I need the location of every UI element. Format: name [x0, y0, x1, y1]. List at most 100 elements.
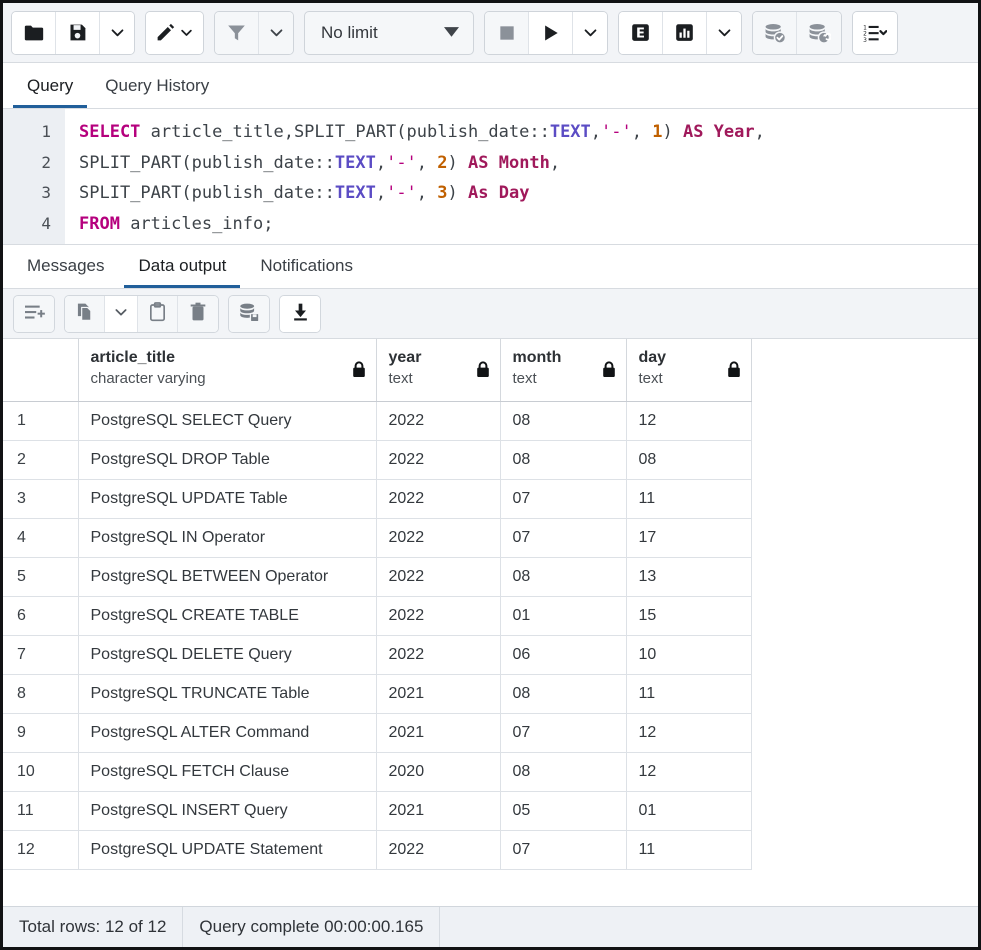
cell-year[interactable]: 2022 — [376, 596, 500, 635]
table-row[interactable]: 1PostgreSQL SELECT Query20220812 — [3, 401, 751, 440]
cell-row-number[interactable]: 12 — [3, 830, 78, 869]
cell-month[interactable]: 01 — [500, 596, 626, 635]
cell-day[interactable]: 13 — [626, 557, 751, 596]
explain-analyze-button[interactable] — [663, 12, 707, 54]
open-file-button[interactable] — [12, 12, 56, 54]
cell-row-number[interactable]: 11 — [3, 791, 78, 830]
cell-year[interactable]: 2021 — [376, 713, 500, 752]
cell-year[interactable]: 2022 — [376, 440, 500, 479]
tab-query-history[interactable]: Query History — [91, 68, 223, 108]
cell-row-number[interactable]: 1 — [3, 401, 78, 440]
cell-article-title[interactable]: PostgreSQL FETCH Clause — [78, 752, 376, 791]
cell-day[interactable]: 15 — [626, 596, 751, 635]
table-row[interactable]: 6PostgreSQL CREATE TABLE20220115 — [3, 596, 751, 635]
cell-article-title[interactable]: PostgreSQL INSERT Query — [78, 791, 376, 830]
tab-data-output[interactable]: Data output — [124, 248, 240, 288]
add-row-button[interactable] — [14, 296, 54, 332]
cell-day[interactable]: 08 — [626, 440, 751, 479]
execute-query-button[interactable] — [529, 12, 573, 54]
filter-button[interactable] — [215, 12, 259, 54]
stop-query-button[interactable] — [485, 12, 529, 54]
save-options-button[interactable] — [100, 12, 134, 54]
cell-day[interactable]: 11 — [626, 830, 751, 869]
column-header-month[interactable]: month text — [500, 339, 626, 401]
explain-options-button[interactable] — [707, 12, 741, 54]
cell-year[interactable]: 2020 — [376, 752, 500, 791]
tab-messages[interactable]: Messages — [13, 248, 118, 288]
cell-row-number[interactable]: 2 — [3, 440, 78, 479]
cell-month[interactable]: 08 — [500, 752, 626, 791]
sql-editor[interactable]: 1 2 3 4 SELECT article_title,SPLIT_PART(… — [3, 109, 978, 245]
rollback-button[interactable] — [797, 12, 841, 54]
cell-article-title[interactable]: PostgreSQL DROP Table — [78, 440, 376, 479]
cell-row-number[interactable]: 5 — [3, 557, 78, 596]
cell-month[interactable]: 06 — [500, 635, 626, 674]
cell-day[interactable]: 10 — [626, 635, 751, 674]
cell-article-title[interactable]: PostgreSQL UPDATE Statement — [78, 830, 376, 869]
sql-code-area[interactable]: SELECT article_title,SPLIT_PART(publish_… — [65, 109, 978, 244]
cell-month[interactable]: 07 — [500, 830, 626, 869]
cell-row-number[interactable]: 9 — [3, 713, 78, 752]
cell-month[interactable]: 05 — [500, 791, 626, 830]
edit-button[interactable] — [146, 12, 203, 54]
table-row[interactable]: 8PostgreSQL TRUNCATE Table20210811 — [3, 674, 751, 713]
cell-year[interactable]: 2022 — [376, 557, 500, 596]
cell-row-number[interactable]: 3 — [3, 479, 78, 518]
cell-month[interactable]: 07 — [500, 713, 626, 752]
cell-year[interactable]: 2022 — [376, 635, 500, 674]
download-csv-button[interactable] — [280, 296, 320, 332]
cell-article-title[interactable]: PostgreSQL UPDATE Table — [78, 479, 376, 518]
cell-day[interactable]: 01 — [626, 791, 751, 830]
delete-row-button[interactable] — [178, 296, 218, 332]
table-row[interactable]: 3PostgreSQL UPDATE Table20220711 — [3, 479, 751, 518]
row-limit-select[interactable]: No limit — [304, 11, 474, 55]
filter-options-button[interactable] — [259, 12, 293, 54]
cell-article-title[interactable]: PostgreSQL ALTER Command — [78, 713, 376, 752]
tab-notifications[interactable]: Notifications — [246, 248, 367, 288]
copy-options-button[interactable] — [105, 296, 138, 332]
execute-options-button[interactable] — [573, 12, 607, 54]
commit-button[interactable] — [753, 12, 797, 54]
cell-day[interactable]: 11 — [626, 479, 751, 518]
cell-article-title[interactable]: PostgreSQL DELETE Query — [78, 635, 376, 674]
cell-month[interactable]: 08 — [500, 674, 626, 713]
cell-year[interactable]: 2021 — [376, 674, 500, 713]
table-row[interactable]: 9PostgreSQL ALTER Command20210712 — [3, 713, 751, 752]
macros-button[interactable]: 1 2 3 — [853, 12, 897, 54]
cell-year[interactable]: 2022 — [376, 518, 500, 557]
cell-year[interactable]: 2022 — [376, 401, 500, 440]
explain-button[interactable]: E — [619, 12, 663, 54]
cell-article-title[interactable]: PostgreSQL BETWEEN Operator — [78, 557, 376, 596]
cell-month[interactable]: 08 — [500, 557, 626, 596]
cell-article-title[interactable]: PostgreSQL SELECT Query — [78, 401, 376, 440]
cell-month[interactable]: 07 — [500, 518, 626, 557]
cell-article-title[interactable]: PostgreSQL IN Operator — [78, 518, 376, 557]
cell-row-number[interactable]: 6 — [3, 596, 78, 635]
save-button[interactable] — [56, 12, 100, 54]
cell-article-title[interactable]: PostgreSQL TRUNCATE Table — [78, 674, 376, 713]
cell-day[interactable]: 11 — [626, 674, 751, 713]
cell-year[interactable]: 2022 — [376, 479, 500, 518]
table-row[interactable]: 12PostgreSQL UPDATE Statement20220711 — [3, 830, 751, 869]
table-row[interactable]: 11PostgreSQL INSERT Query20210501 — [3, 791, 751, 830]
column-header-year[interactable]: year text — [376, 339, 500, 401]
cell-month[interactable]: 08 — [500, 440, 626, 479]
table-row[interactable]: 5PostgreSQL BETWEEN Operator20220813 — [3, 557, 751, 596]
cell-day[interactable]: 12 — [626, 752, 751, 791]
copy-button[interactable] — [65, 296, 105, 332]
tab-query[interactable]: Query — [13, 68, 87, 108]
save-data-changes-button[interactable] — [229, 296, 269, 332]
cell-year[interactable]: 2022 — [376, 830, 500, 869]
column-header-article-title[interactable]: article_title character varying — [78, 339, 376, 401]
paste-button[interactable] — [138, 296, 178, 332]
cell-month[interactable]: 08 — [500, 401, 626, 440]
cell-row-number[interactable]: 7 — [3, 635, 78, 674]
cell-row-number[interactable]: 4 — [3, 518, 78, 557]
column-header-rownum[interactable] — [3, 339, 78, 401]
cell-month[interactable]: 07 — [500, 479, 626, 518]
cell-day[interactable]: 17 — [626, 518, 751, 557]
table-row[interactable]: 10PostgreSQL FETCH Clause20200812 — [3, 752, 751, 791]
cell-year[interactable]: 2021 — [376, 791, 500, 830]
cell-day[interactable]: 12 — [626, 713, 751, 752]
table-row[interactable]: 4PostgreSQL IN Operator20220717 — [3, 518, 751, 557]
